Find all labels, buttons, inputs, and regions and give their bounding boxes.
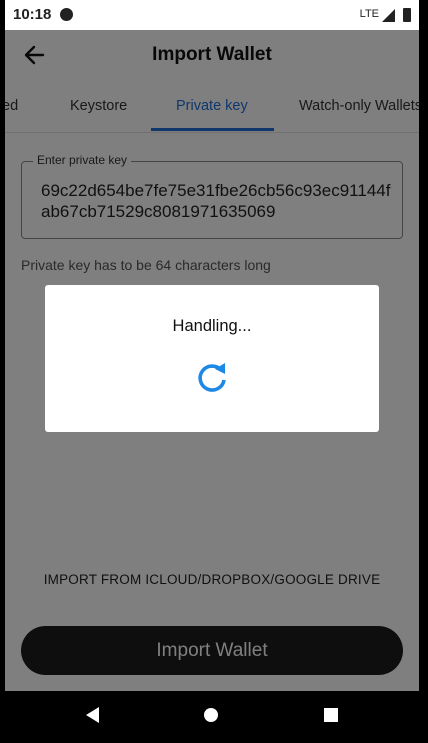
nav-recents-icon[interactable] <box>324 708 338 722</box>
status-time: 10:18 <box>13 6 52 23</box>
status-bar: 10:18 LTE <box>5 0 419 30</box>
nav-home-icon[interactable] <box>204 708 218 722</box>
nav-back-icon[interactable] <box>86 707 99 723</box>
signal-icon <box>382 9 395 22</box>
loading-dialog: Handling... <box>45 285 379 432</box>
notification-dot-icon <box>60 8 73 21</box>
dialog-message: Handling... <box>172 317 252 335</box>
system-nav-bar <box>5 691 419 743</box>
app-screen: 10:18 LTE Import Wallet ed Keystore Priv… <box>5 0 419 743</box>
battery-icon <box>403 8 411 22</box>
network-type: LTE <box>359 8 379 20</box>
refresh-spinner-icon <box>194 360 230 396</box>
